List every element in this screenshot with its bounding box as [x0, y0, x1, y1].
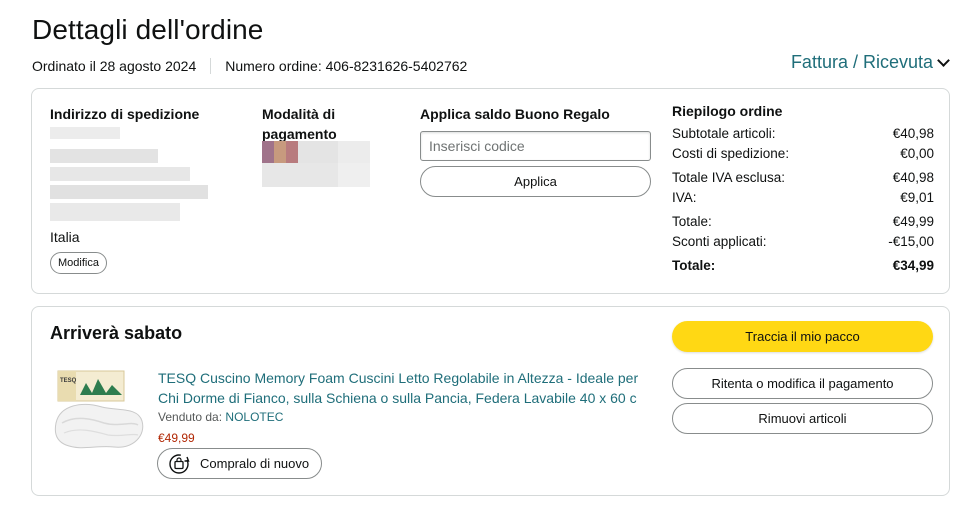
pillow-product-image[interactable]: TESQ	[52, 365, 148, 457]
product-price: €49,99	[158, 431, 195, 445]
summary-row: Totale IVA esclusa: €40,98	[672, 170, 934, 185]
order-summary: Riepilogo ordine Subtotale articoli: €40,…	[672, 103, 934, 276]
shipment-card: Arriverà sabato Traccia il mio pacco Rit…	[31, 306, 950, 496]
delivery-heading: Arriverà sabato	[50, 323, 183, 343]
meta-divider	[210, 58, 212, 74]
buy-again-label: Compralo di nuovo	[200, 456, 310, 471]
summary-total-row: Totale: €34,99	[672, 258, 934, 273]
summary-row: Subtotale articoli: €40,98	[672, 126, 934, 141]
summary-row: Sconti applicati: -€15,00	[672, 234, 934, 249]
order-meta: Ordinato il 28 agosto 2024 Numero ordine…	[32, 58, 467, 74]
order-number: Numero ordine: 406-8231626-5402762	[225, 58, 468, 74]
shipping-address-heading: Indirizzo di spedizione	[50, 106, 200, 122]
summary-row: Totale: €49,99	[672, 214, 934, 229]
sold-by-label: Venduto da:	[158, 410, 223, 424]
order-date: Ordinato il 28 agosto 2024	[32, 58, 197, 74]
invoice-dropdown-link[interactable]: Fattura / Ricevuta	[790, 52, 950, 73]
buy-again-icon	[169, 453, 190, 474]
seller-link[interactable]: NOLOTEC	[225, 410, 283, 424]
retry-payment-button[interactable]: Ritenta o modifica il pagamento	[672, 368, 933, 399]
edit-address-button[interactable]: Modifica	[50, 252, 107, 274]
gift-card-heading: Applica saldo Buono Regalo	[420, 106, 610, 122]
summary-row: Costi di spedizione: €0,00	[672, 146, 934, 161]
product-title-link[interactable]: TESQ Cuscino Memory Foam Cuscini Letto R…	[158, 368, 648, 408]
invoice-link-label: Fattura / Ricevuta	[790, 52, 933, 72]
gift-code-input[interactable]	[420, 131, 651, 161]
remove-items-button[interactable]: Rimuovi articoli	[672, 403, 933, 434]
track-package-button[interactable]: Traccia il mio pacco	[672, 321, 933, 352]
payment-method-heading: Modalità di pagamento	[262, 106, 337, 142]
svg-text:TESQ: TESQ	[60, 378, 77, 384]
page-title: Dettagli dell'ordine	[32, 14, 264, 45]
order-summary-heading: Riepilogo ordine	[672, 103, 783, 119]
buy-again-button[interactable]: Compralo di nuovo	[157, 448, 322, 479]
summary-row: IVA: €9,01	[672, 190, 934, 205]
sold-by: Venduto da: NOLOTEC	[158, 410, 283, 424]
apply-gift-button[interactable]: Applica	[420, 166, 651, 197]
chevron-down-icon	[937, 53, 950, 67]
order-info-card: Indirizzo di spedizione Italia Modifica …	[31, 88, 950, 294]
shipping-country: Italia	[50, 229, 80, 245]
